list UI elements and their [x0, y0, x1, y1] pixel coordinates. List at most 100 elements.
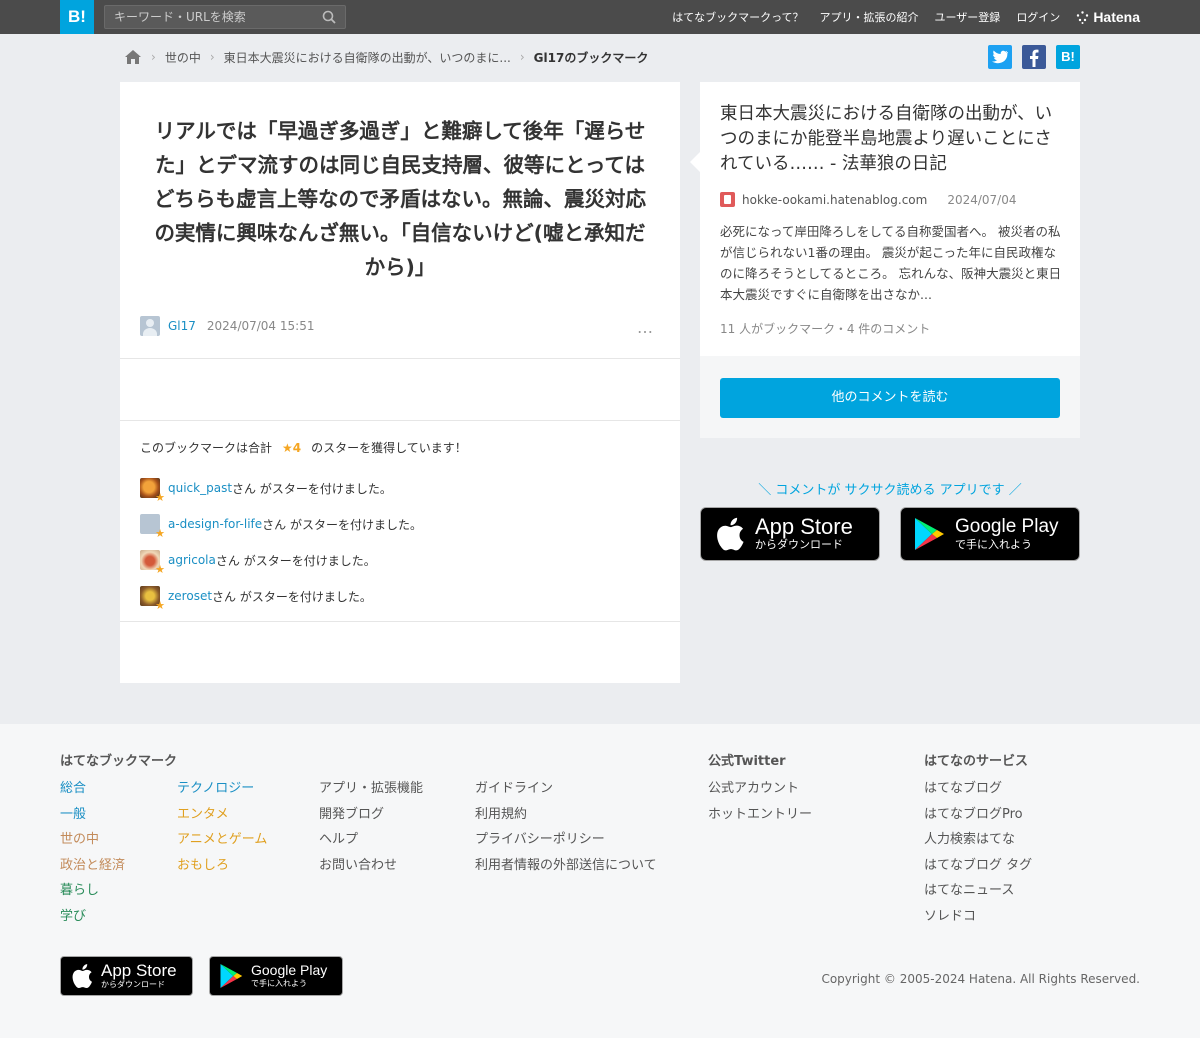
footer-link[interactable]: 公式アカウント	[708, 776, 812, 802]
footer-link[interactable]: ガイドライン	[475, 776, 657, 802]
bookmark-card: リアルでは「早過ぎ多過ぎ」と難癖して後年「遅らせた」とデマ流すのは同じ自民支持層…	[120, 82, 680, 683]
footer-link[interactable]: はてなブログ タグ	[924, 853, 1032, 879]
footer-category-link[interactable]: 政治と経済	[60, 853, 125, 879]
nav-login[interactable]: ログイン	[1016, 9, 1060, 25]
divider	[120, 621, 680, 622]
footer-category-link[interactable]: 一般	[60, 802, 125, 828]
chevron-right-icon: ›	[209, 50, 215, 64]
twitter-bird-icon	[992, 50, 1008, 64]
avatar[interactable]: ★	[140, 514, 165, 540]
footer-link[interactable]: はてなニュース	[924, 878, 1032, 904]
entry-source: hokke-ookami.hatenablog.com 2024/07/04	[720, 192, 1017, 207]
footer: はてなブックマーク 総合 一般 世の中 政治と経済 暮らし 学び テクノロジー …	[0, 724, 1200, 1038]
apple-logo-icon	[72, 964, 92, 989]
hatena-brand-label: Hatena	[1093, 9, 1140, 25]
twitter-share-button[interactable]	[988, 45, 1012, 69]
avatar[interactable]	[140, 316, 160, 336]
avatar[interactable]: ★	[140, 586, 165, 612]
star-user[interactable]: zeroset	[168, 589, 212, 603]
copyright: Copyright © 2005-2024 Hatena. All Rights…	[821, 972, 1140, 986]
footer-link[interactable]: 利用者情報の外部送信について	[475, 853, 657, 879]
breadcrumb-current: Gl17のブックマーク	[533, 50, 649, 65]
top-nav: はてなブックマークって？ アプリ・拡張の紹介 ユーザー登録 ログイン Haten…	[672, 0, 1140, 34]
home-icon[interactable]	[124, 49, 142, 65]
footer-category-link[interactable]: 学び	[60, 904, 125, 930]
chevron-right-icon: ›	[151, 50, 156, 64]
search-icon[interactable]	[322, 10, 336, 24]
breadcrumb-category[interactable]: 世の中	[165, 49, 201, 66]
google-play-label: Google Play	[955, 516, 1059, 537]
star-count: ★4	[282, 440, 302, 455]
footer-category-link[interactable]: アニメとゲーム	[177, 827, 267, 853]
footer-services-links: はてなブログ はてなブログPro 人力検索はてな はてなブログ タグ はてなニュ…	[924, 776, 1032, 930]
star-icon: ★	[155, 563, 165, 576]
bookmark-comment: リアルでは「早過ぎ多過ぎ」と難癖して後年「遅らせた」とデマ流すのは同じ自民支持層…	[154, 119, 646, 279]
footer-category-link[interactable]: 暮らし	[60, 878, 125, 904]
footer-link[interactable]: 利用規約	[475, 802, 657, 828]
site-favicon-icon	[720, 192, 735, 207]
footer-heading-bookmark: はてなブックマーク	[60, 754, 178, 769]
app-promo-note: ＼ コメントが サクサク読める アプリです ／	[758, 483, 1022, 498]
footer-category-link[interactable]: おもしろ	[177, 853, 267, 879]
bookmark-date[interactable]: 2024/07/04 15:51	[207, 319, 315, 333]
search-input[interactable]: キーワード・URLを検索	[104, 5, 346, 29]
read-more-comments-button[interactable]: 他のコメントを読む	[720, 378, 1060, 418]
star-list-item: ★ quick_past さん がスターを付けました。	[140, 478, 392, 504]
footer-google-play-text: Google Play で手に入れよう	[251, 963, 327, 989]
star-icon: ★	[155, 527, 165, 540]
star-icon: ★	[155, 491, 165, 504]
nav-apps[interactable]: アプリ・拡張の紹介	[820, 9, 919, 25]
footer-link[interactable]: ホットエントリー	[708, 802, 812, 828]
bookmark-meta: Gl17 2024/07/04 15:51	[140, 316, 314, 336]
star-list-item: ★ a-design-for-life さん がスターを付けました。	[140, 514, 422, 540]
footer-heading-twitter: 公式Twitter	[708, 754, 786, 769]
divider	[120, 358, 680, 359]
hatena-bookmark-share-button[interactable]: B!	[1056, 45, 1080, 69]
app-store-text: App Store からダウンロード	[755, 516, 853, 552]
footer-category-link[interactable]: エンタメ	[177, 802, 267, 828]
app-store-sublabel: からダウンロード	[755, 538, 843, 551]
nav-register[interactable]: ユーザー登録	[935, 9, 1001, 25]
footer-link[interactable]: アプリ・拡張機能	[319, 776, 423, 802]
facebook-share-button[interactable]	[1022, 45, 1046, 69]
hatena-bookmark-logo[interactable]: B!	[60, 0, 94, 34]
star-user[interactable]: a-design-for-life	[168, 517, 262, 531]
avatar[interactable]: ★	[140, 478, 165, 504]
facebook-f-icon	[1030, 49, 1039, 67]
footer-link[interactable]: はてなブログPro	[924, 802, 1032, 828]
footer-links-1: アプリ・拡張機能 開発ブログ ヘルプ お問い合わせ	[319, 776, 423, 878]
footer-link[interactable]: ソレドコ	[924, 904, 1032, 930]
entry-title[interactable]: 東日本大震災における自衛隊の出動が、いつのまにか能登半島地震より遅いことにされて…	[720, 102, 1065, 177]
footer-link[interactable]: ヘルプ	[319, 827, 423, 853]
footer-category-link[interactable]: テクノロジー	[177, 776, 267, 802]
footer-link[interactable]: 人力検索はてな	[924, 827, 1032, 853]
footer-category-link[interactable]: 総合	[60, 776, 125, 802]
app-store-badge[interactable]: App Store からダウンロード	[700, 507, 880, 561]
more-menu-icon[interactable]: …	[637, 318, 654, 337]
entry-stats[interactable]: 11 人がブックマーク・4 件のコメント	[720, 320, 930, 337]
entry-description: 必死になって岸田降ろしをしてる自称愛国者へ。 被災者の私が信じられない1番の理由…	[720, 224, 1062, 302]
stars-summary: このブックマークは合計 ★4 のスターを獲得しています！	[140, 439, 467, 456]
footer-link[interactable]: プライバシーポリシー	[475, 827, 657, 853]
footer-app-store-badge[interactable]: App Store からダウンロード	[60, 956, 193, 996]
star-user[interactable]: quick_past	[168, 481, 232, 495]
hatena-brand[interactable]: Hatena	[1076, 9, 1140, 25]
google-play-icon	[915, 518, 944, 550]
star-user[interactable]: agricola	[168, 553, 216, 567]
footer-link[interactable]: はてなブログ	[924, 776, 1032, 802]
footer-link[interactable]: お問い合わせ	[319, 853, 423, 879]
nav-about[interactable]: はてなブックマークって？	[672, 9, 803, 25]
google-play-badge[interactable]: Google Play で手に入れよう	[900, 507, 1080, 561]
hatena-dots-icon	[1077, 10, 1089, 24]
entry-domain[interactable]: hokke-ookami.hatenablog.com	[742, 193, 927, 207]
google-play-icon	[220, 964, 243, 988]
bookmark-user[interactable]: Gl17	[168, 319, 196, 333]
footer-category-link[interactable]: 世の中	[60, 827, 125, 853]
footer-google-play-badge[interactable]: Google Play で手に入れよう	[209, 956, 343, 996]
app-store-sublabel: からダウンロード	[101, 980, 165, 989]
star-user-suffix: さん がスターを付けました。	[262, 517, 422, 532]
breadcrumb-entry[interactable]: 東日本大震災における自衛隊の出動が、いつのまに...	[224, 49, 511, 66]
footer-link[interactable]: 開発ブログ	[319, 802, 423, 828]
footer-categories-1: 総合 一般 世の中 政治と経済 暮らし 学び	[60, 776, 125, 930]
avatar[interactable]: ★	[140, 550, 165, 576]
